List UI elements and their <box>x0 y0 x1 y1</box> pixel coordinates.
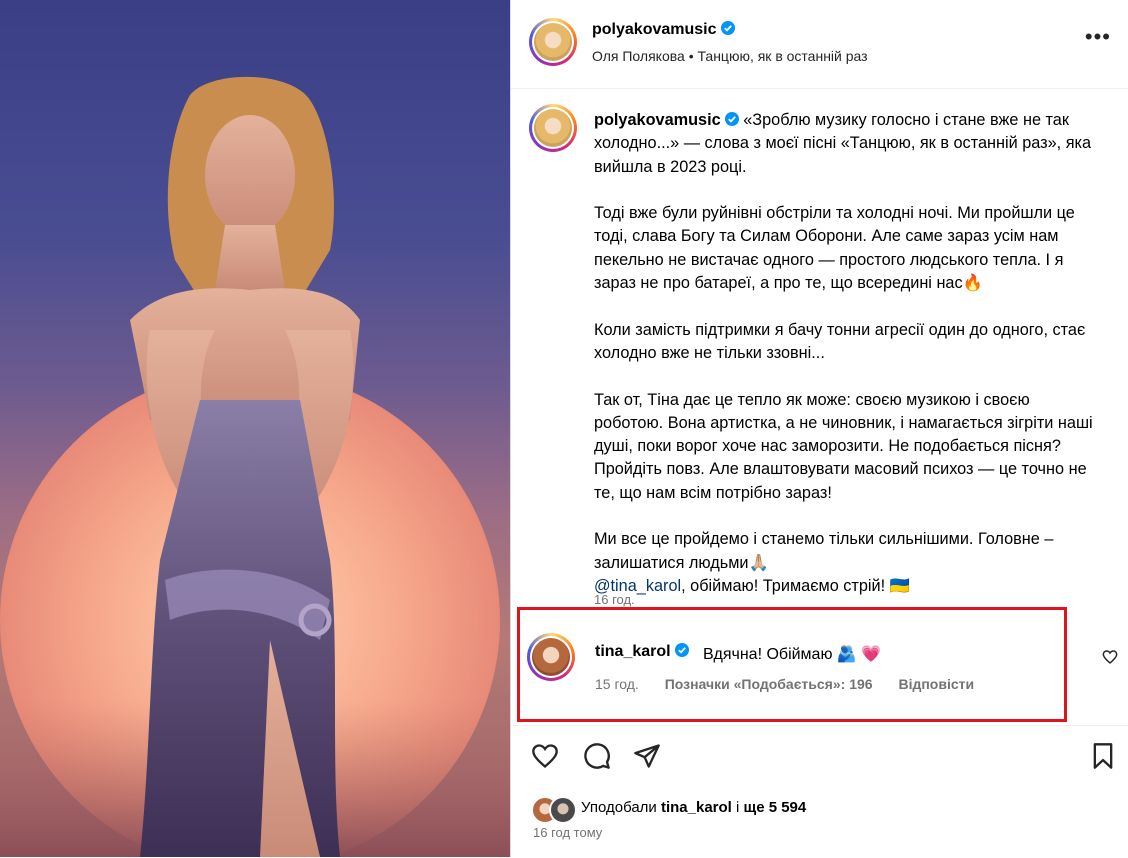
author-username-text[interactable]: polyakovamusic <box>592 21 717 38</box>
post-actions: Уподобали tina_karol і ще 5 594 16 год т… <box>511 725 1128 858</box>
avatar-image <box>532 638 570 676</box>
verified-icon <box>724 112 739 126</box>
likes-count[interactable]: ще 5 594 <box>744 799 807 816</box>
performer-photo <box>0 76 510 857</box>
post-caption: polyakovamusic «Зроблю музику голосно і … <box>594 109 1094 622</box>
reply-button[interactable]: Відповісти <box>898 676 974 692</box>
comment-timestamp[interactable]: 15 год. <box>595 676 639 692</box>
comment-meta: 15 год. Позначки «Подобається»: 196 Відп… <box>595 676 996 692</box>
heart-icon[interactable] <box>531 742 559 770</box>
comment-icon[interactable] <box>583 742 611 770</box>
likes-summary[interactable]: Уподобали tina_karol і ще 5 594 <box>581 799 806 816</box>
likes-prefix: Уподобали <box>581 799 661 816</box>
post-header: polyakovamusic Оля Полякова • Танцюю, як… <box>511 0 1128 89</box>
liker-avatar <box>549 796 577 824</box>
caption-paragraph-4: Так от, Тіна дає це тепло як може: своєю… <box>594 390 1093 502</box>
likes-user[interactable]: tina_karol <box>661 799 732 816</box>
verified-icon <box>720 21 735 35</box>
comment-highlight-box <box>517 607 1067 722</box>
likes-mid: і <box>731 799 744 816</box>
comment-likes-count[interactable]: Позначки «Подобається»: 196 <box>665 676 873 692</box>
commenter-username-text[interactable]: tina_karol <box>595 643 671 660</box>
caption-author-avatar[interactable] <box>529 104 577 152</box>
caption-paragraph-5-end: , обіймаю! Тримаємо стрій! 🇺🇦 <box>681 576 910 595</box>
post-audio-subtitle[interactable]: Оля Полякова • Танцюю, як в останній раз <box>592 48 868 64</box>
instagram-post-view: polyakovamusic Оля Полякова • Танцюю, як… <box>0 0 1128 857</box>
verified-icon <box>674 643 689 657</box>
avatar-image <box>534 23 572 61</box>
avatar-image <box>534 109 572 147</box>
comment-text: Вдячна! Обіймаю 🫂 💗 <box>703 646 882 663</box>
save-icon[interactable] <box>1089 742 1117 770</box>
caption-paragraph-2: Тоді вже були руйнівні обстріли та холод… <box>594 204 1075 293</box>
post-time-ago[interactable]: 16 год тому <box>533 825 602 840</box>
caption-username[interactable]: polyakovamusic <box>594 111 721 129</box>
comment-like-icon[interactable] <box>1102 649 1118 665</box>
more-icon[interactable]: ••• <box>1085 26 1111 48</box>
commenter-avatar[interactable] <box>527 633 575 681</box>
post-details-panel: polyakovamusic Оля Полякова • Танцюю, як… <box>510 0 1128 857</box>
author-avatar[interactable] <box>529 18 577 66</box>
author-username[interactable]: polyakovamusic <box>592 21 735 39</box>
caption-paragraph-5: Ми все це пройдемо і станемо тільки силь… <box>594 530 1054 572</box>
commenter-username[interactable]: tina_karol <box>595 643 689 661</box>
caption-paragraph-3: Коли замість підтримки я бачу тонни агре… <box>594 320 1086 362</box>
caption-timestamp[interactable]: 16 год. <box>594 592 635 607</box>
share-icon[interactable] <box>633 742 661 770</box>
post-media[interactable] <box>0 0 510 857</box>
